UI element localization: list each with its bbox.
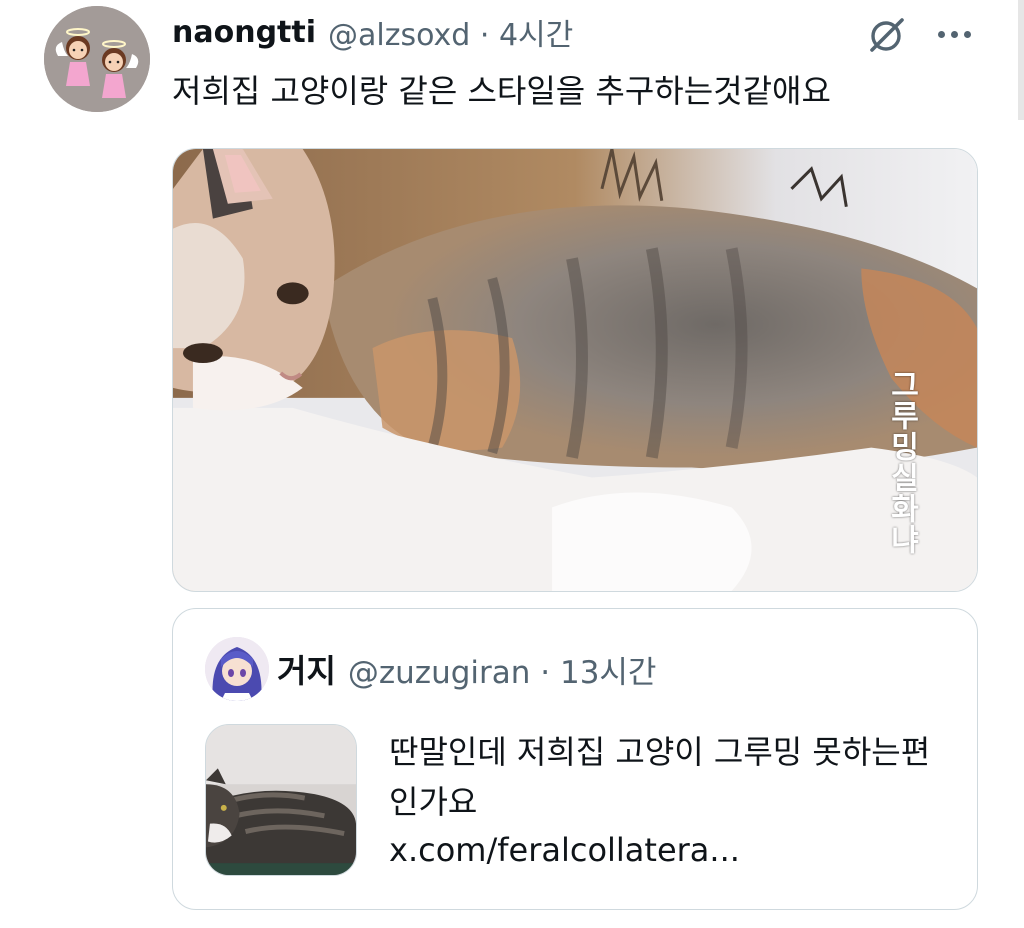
post-header: naongtti @alzsoxd · 4시간 bbox=[172, 10, 573, 54]
more-icon[interactable] bbox=[930, 14, 978, 54]
anime-girl-avatar-icon bbox=[205, 637, 269, 701]
quoted-post-header: 거지 @zuzugiran · 13시간 bbox=[277, 645, 656, 693]
quoted-author-avatar[interactable] bbox=[205, 637, 269, 701]
cat-photo bbox=[173, 149, 977, 591]
quoted-post-text: 딴말인데 저희집 고양이 그루밍 못하는편인가요 bbox=[389, 733, 931, 821]
media-caption-text: 그루밍실화냐 bbox=[884, 369, 919, 555]
author-avatar[interactable] bbox=[44, 6, 150, 112]
tabby-cat-photo bbox=[206, 725, 356, 875]
author-handle-time[interactable]: @alzsoxd · 4시간 bbox=[328, 10, 573, 54]
grok-icon[interactable] bbox=[864, 14, 908, 58]
quoted-author-name[interactable]: 거지 bbox=[277, 646, 336, 692]
angel-twins-avatar-icon bbox=[44, 6, 150, 112]
author-name[interactable]: naongtti bbox=[172, 15, 316, 50]
quoted-author-handle-time[interactable]: @zuzugiran · 13시간 bbox=[348, 647, 657, 692]
post-text: 저희집 고양이랑 같은 스타일을 추구하는것같애요 bbox=[172, 72, 831, 110]
quoted-post[interactable]: 거지 @zuzugiran · 13시간 딴말인데 저희집 고양이 그루밍 못하… bbox=[172, 608, 978, 910]
quoted-post-link[interactable]: x.com/feralcollatera... bbox=[389, 831, 740, 869]
quoted-media-thumbnail[interactable] bbox=[205, 724, 357, 876]
post-media[interactable]: 그루밍실화냐 bbox=[172, 148, 978, 592]
scrollbar[interactable] bbox=[1018, 0, 1024, 120]
